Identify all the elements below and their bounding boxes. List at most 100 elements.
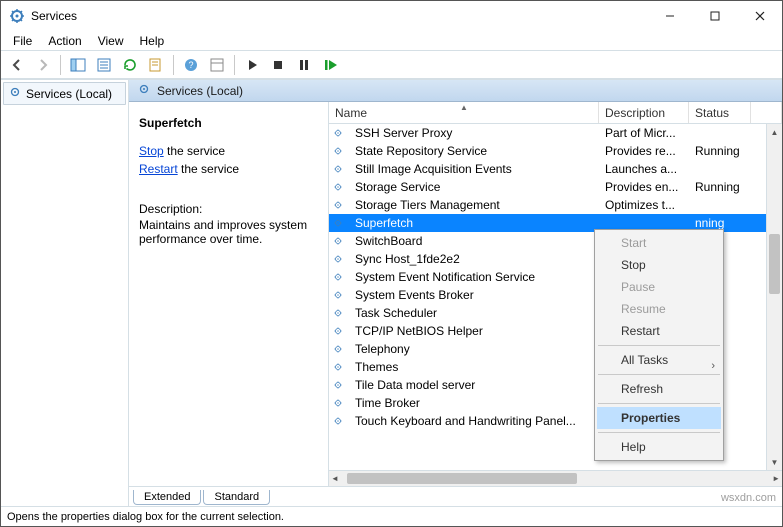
stop-link[interactable]: Stop [139,144,164,158]
scroll-thumb[interactable] [769,234,780,294]
ctx-help-label: Help [621,440,646,454]
menu-file[interactable]: File [5,32,40,50]
ctx-all-tasks-label: All Tasks [621,353,668,367]
forward-button[interactable] [31,53,55,77]
app-icon [9,8,25,24]
table-row[interactable]: SSH Server ProxyPart of Micr... [329,124,782,142]
ctx-help[interactable]: Help [597,436,721,458]
service-icon [329,126,349,140]
service-icon [329,306,349,320]
console-tree: Services (Local) [1,80,129,506]
table-row[interactable]: Still Image Acquisition EventsLaunches a… [329,160,782,178]
service-icon [329,198,349,212]
scroll-down-icon[interactable]: ▼ [767,454,782,470]
list-header: Name ▲ Description Status [329,102,782,124]
service-name: State Repository Service [349,144,599,158]
gear-icon [137,82,151,99]
col-name[interactable]: Name ▲ [329,102,599,123]
tab-standard[interactable]: Standard [203,490,270,505]
toolbar-separator [60,55,61,75]
service-name: Task Scheduler [349,306,599,320]
col-extra[interactable] [751,102,782,123]
service-icon [329,396,349,410]
service-description: Provides en... [599,180,689,194]
ctx-all-tasks[interactable]: All Tasks [597,349,721,371]
ctx-resume: Resume [597,298,721,320]
menu-view[interactable]: View [90,32,132,50]
restart-service-button[interactable] [318,53,342,77]
menubar: File Action View Help [1,31,782,51]
ctx-restart[interactable]: Restart [597,320,721,342]
service-name: Touch Keyboard and Handwriting Panel... [349,414,599,428]
start-service-button[interactable] [240,53,264,77]
ctx-stop[interactable]: Stop [597,254,721,276]
service-icon [329,180,349,194]
hscroll-thumb[interactable] [347,473,577,484]
toolbar: ? [1,51,782,79]
back-button[interactable] [5,53,29,77]
service-icon [329,270,349,284]
service-name: Time Broker [349,396,599,410]
window-title: Services [31,9,647,23]
col-status[interactable]: Status [689,102,751,123]
tab-extended-label: Extended [144,491,190,503]
status-bar: Opens the properties dialog box for the … [1,506,782,526]
service-name: System Events Broker [349,288,599,302]
gear-icon [8,85,22,102]
table-row[interactable]: Storage Tiers ManagementOptimizes t... [329,196,782,214]
stop-service-button[interactable] [266,53,290,77]
service-name: TCP/IP NetBIOS Helper [349,324,599,338]
properties-button[interactable] [144,53,168,77]
export-list-button[interactable] [92,53,116,77]
tree-root-services-local[interactable]: Services (Local) [3,82,126,105]
service-name: Sync Host_1fde2e2 [349,252,599,266]
close-button[interactable] [737,1,782,31]
help-button[interactable]: ? [179,53,203,77]
ctx-separator [598,432,720,433]
maximize-button[interactable] [692,1,737,31]
service-icon [329,162,349,176]
vertical-scrollbar[interactable]: ▲ ▼ [766,124,782,470]
description-heading: Description: [139,202,318,216]
minimize-button[interactable] [647,1,692,31]
menu-help[interactable]: Help [132,32,173,50]
ctx-properties[interactable]: Properties [597,407,721,429]
ctx-pause-label: Pause [621,280,655,294]
service-name: Superfetch [349,216,599,230]
service-name: Still Image Acquisition Events [349,162,599,176]
table-row[interactable]: Storage ServiceProvides en...Running [329,178,782,196]
service-icon [329,144,349,158]
show-hide-tree-button[interactable] [66,53,90,77]
restart-link[interactable]: Restart [139,162,178,176]
service-description: Optimizes t... [599,198,689,212]
menu-action[interactable]: Action [40,32,89,50]
ctx-separator [598,345,720,346]
refresh-button[interactable] [118,53,142,77]
toolbar-separator [234,55,235,75]
tab-standard-label: Standard [214,491,259,503]
service-description: Part of Micr... [599,126,689,140]
pause-service-button[interactable] [292,53,316,77]
ctx-refresh[interactable]: Refresh [597,378,721,400]
scroll-up-icon[interactable]: ▲ [767,124,782,140]
service-icon [329,414,349,428]
tree-root-label: Services (Local) [26,87,112,101]
tab-extended[interactable]: Extended [133,490,201,505]
ctx-stop-label: Stop [621,258,646,272]
table-row[interactable]: State Repository ServiceProvides re...Ru… [329,142,782,160]
toolbar-separator [173,55,174,75]
service-icon [329,252,349,266]
col-description[interactable]: Description [599,102,689,123]
service-icon [329,324,349,338]
horizontal-scrollbar[interactable]: ◄ ► [329,470,782,486]
selected-service-name: Superfetch [139,116,318,130]
scroll-left-icon[interactable]: ◄ [331,474,339,483]
filter-button[interactable] [205,53,229,77]
group-header: Services (Local) [129,80,782,102]
status-text: Opens the properties dialog box for the … [7,511,284,523]
scroll-right-icon[interactable]: ► [772,474,780,483]
ctx-restart-label: Restart [621,324,660,338]
ctx-pause: Pause [597,276,721,298]
ctx-start: Start [597,232,721,254]
service-icon [329,360,349,374]
